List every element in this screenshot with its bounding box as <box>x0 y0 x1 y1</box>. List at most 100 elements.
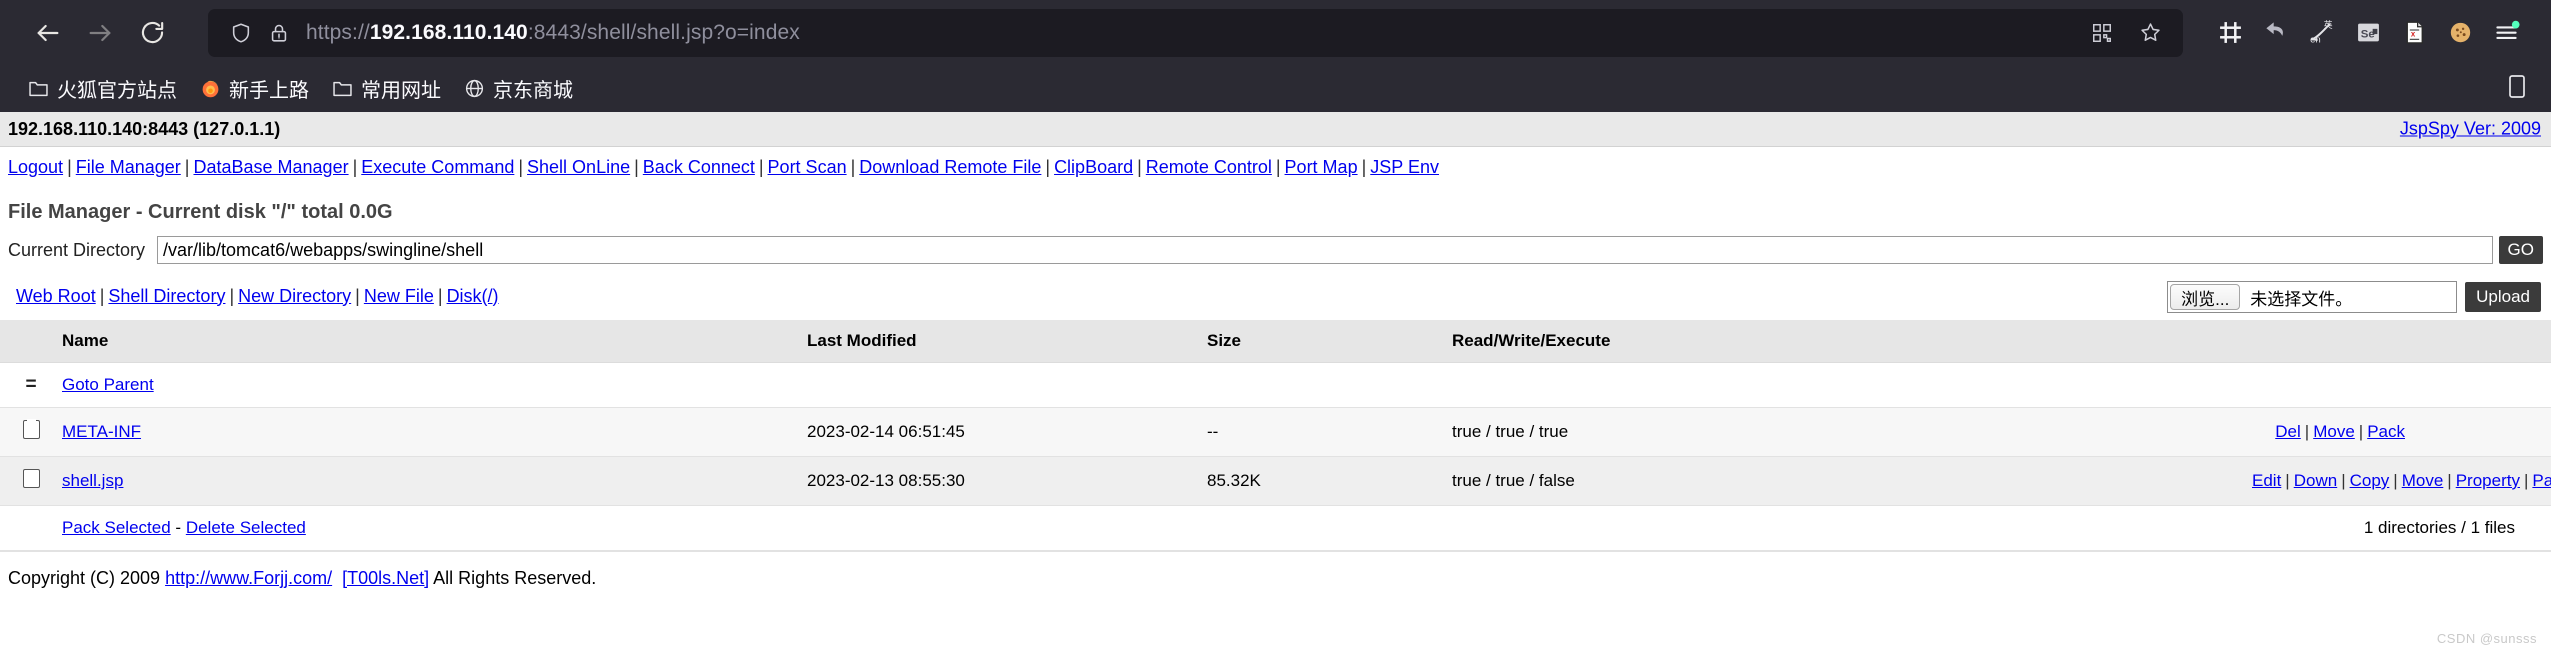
globe-icon <box>463 78 485 100</box>
file-link-meta-inf[interactable]: META-INF <box>62 422 141 441</box>
upload-button[interactable]: Upload <box>2465 282 2541 312</box>
selenium-recorder-icon[interactable]: Se <box>2345 10 2391 56</box>
host-bar: 192.168.110.140:8443 (127.0.1.1) JspSpy … <box>0 112 2551 147</box>
bookmark-item-3[interactable]: 京东商城 <box>452 70 584 107</box>
action-pack[interactable]: Pack <box>2532 471 2551 490</box>
nav-link-database-manager[interactable]: DataBase Manager <box>193 157 348 177</box>
tool-link-disk[interactable]: Disk(/) <box>447 286 499 306</box>
action-down[interactable]: Down <box>2294 471 2337 490</box>
current-directory-input[interactable] <box>157 236 2493 264</box>
action-pack[interactable]: Pack <box>2367 422 2405 441</box>
screenshot-crop-icon[interactable] <box>2207 10 2253 56</box>
row-rwx-cell: true / true / true <box>1452 407 2252 457</box>
tracking-shield-icon[interactable] <box>222 21 260 45</box>
nav-link-port-scan[interactable]: Port Scan <box>768 157 847 177</box>
row-name-cell: Goto Parent <box>62 362 807 408</box>
row-size-cell: 85.32K <box>1207 456 1452 506</box>
footer-spacer <box>0 505 62 551</box>
nav-link-clipboard[interactable]: ClipBoard <box>1054 157 1133 177</box>
url-text[interactable]: https://192.168.110.140:8443/shell/shell… <box>298 21 2073 45</box>
forjj-link[interactable]: http://www.Forjj.com/ <box>165 568 332 588</box>
row-name-cell: shell.jsp <box>62 456 807 506</box>
copyright-footer: Copyright (C) 2009 http://www.Forjj.com/… <box>0 551 2551 605</box>
bookmark-label-2: 常用网址 <box>361 80 441 102</box>
folder-icon <box>27 78 49 100</box>
address-bar[interactable]: https://192.168.110.140:8443/shell/shell… <box>208 8 2183 57</box>
bookmark-item-0[interactable]: 火狐官方站点 <box>16 70 188 107</box>
action-property[interactable]: Property <box>2456 471 2520 490</box>
main-nav: Logout | File Manager | DataBase Manager | Exe… <box>8 157 1439 177</box>
tool-link-new-directory[interactable]: New Directory <box>238 286 351 306</box>
row-actions-cell: Edit|Down|Copy|Move|Property|Pack <box>2252 456 2551 506</box>
forward-button[interactable] <box>74 7 126 59</box>
browser-nav-toolbar: https://192.168.110.140:8443/shell/shell… <box>0 0 2551 65</box>
row-checkbox[interactable] <box>22 469 40 488</box>
folder-icon <box>22 419 40 439</box>
tool-link-shell-directory[interactable]: Shell Directory <box>108 286 225 306</box>
th-last-modified: Last Modified <box>807 320 1207 363</box>
svg-text:en: en <box>2310 35 2321 46</box>
svg-text:x: x <box>2410 30 2415 39</box>
nav-link-port-map[interactable]: Port Map <box>1285 157 1358 177</box>
th-name: Name <box>62 320 807 363</box>
reload-button[interactable] <box>126 7 178 59</box>
equals-icon: = <box>25 374 37 395</box>
action-copy[interactable]: Copy <box>2350 471 2390 490</box>
table-footer-row: Pack Selected - Delete Selected 1 direct… <box>0 505 2551 551</box>
nav-link-execute-command[interactable]: Execute Command <box>361 157 514 177</box>
xml-document-icon[interactable]: x <box>2391 10 2437 56</box>
t00ls-link[interactable]: [T00ls.Net] <box>342 568 429 588</box>
row-name-cell: META-INF <box>62 407 807 457</box>
table-row: shell.jsp 2023-02-13 08:55:30 85.32K tru… <box>0 456 2551 506</box>
nav-link-back-connect[interactable]: Back Connect <box>643 157 755 177</box>
jspspy-version-link[interactable]: JspSpy Ver: 2009 <box>2400 119 2541 140</box>
action-move[interactable]: Move <box>2313 422 2355 441</box>
pack-selected-link[interactable]: Pack Selected <box>62 518 171 537</box>
copyright-suffix: All Rights Reserved. <box>429 568 597 588</box>
mobile-bookmarks-icon[interactable] <box>2507 73 2527 104</box>
star-bookmark-icon[interactable] <box>2131 21 2169 44</box>
browse-button[interactable]: 浏览... <box>2170 284 2241 310</box>
app-menu-icon[interactable] <box>2483 10 2529 56</box>
action-del[interactable]: Del <box>2275 422 2301 441</box>
tool-link-new-file[interactable]: New File <box>364 286 434 306</box>
delete-selected-link[interactable]: Delete Selected <box>186 518 306 537</box>
nav-link-remote-control[interactable]: Remote Control <box>1146 157 1272 177</box>
go-button[interactable]: GO <box>2498 236 2543 264</box>
row-size-cell <box>1207 362 1452 408</box>
url-host: 192.168.110.140 <box>369 20 528 44</box>
file-link-shell-jsp[interactable]: shell.jsp <box>62 471 123 490</box>
undo-arrow-icon[interactable] <box>2253 10 2299 56</box>
watermark: CSDN @sunsss <box>2436 631 2537 646</box>
row-rwx-cell <box>1452 362 2252 408</box>
row-checkbox-cell[interactable] <box>0 456 62 506</box>
row-actions-cell: Del | Move | Pack <box>2252 407 2551 457</box>
url-path: :8443/shell/shell.jsp?o=index <box>527 20 800 44</box>
qr-code-icon[interactable] <box>2083 22 2121 44</box>
translate-pen-icon[interactable]: en 英 <box>2299 10 2345 56</box>
tools-links: Web Root | Shell Directory | New Directory | N… <box>16 285 499 306</box>
insecure-lock-warning-icon[interactable] <box>260 21 298 45</box>
row-lastmod-cell: 2023-02-13 08:55:30 <box>807 456 1207 506</box>
row-lastmod-cell: 2023-02-14 06:51:45 <box>807 407 1207 457</box>
cookie-icon[interactable] <box>2437 10 2483 56</box>
action-move[interactable]: Move <box>2402 471 2444 490</box>
bookmark-label-3: 京东商城 <box>493 80 573 102</box>
host-label: 192.168.110.140:8443 (127.0.1.1) <box>8 118 281 139</box>
action-edit[interactable]: Edit <box>2252 471 2281 490</box>
nav-link-shell-online[interactable]: Shell OnLine <box>527 157 630 177</box>
browser-chrome: https://192.168.110.140:8443/shell/shell… <box>0 0 2551 112</box>
nav-link-jsp-env[interactable]: JSP Env <box>1370 157 1439 177</box>
back-button[interactable] <box>22 7 74 59</box>
bookmark-item-2[interactable]: 常用网址 <box>320 70 452 107</box>
tools-row: Web Root | Shell Directory | New Directory | N… <box>0 274 2551 320</box>
nav-link-logout[interactable]: Logout <box>8 157 63 177</box>
nav-link-download-remote-file[interactable]: Download Remote File <box>859 157 1041 177</box>
file-input[interactable]: 浏览... 未选择文件。 <box>2167 281 2458 313</box>
file-manager-table: Name Last Modified Size Read/Write/Execu… <box>0 320 2551 551</box>
nav-link-file-manager[interactable]: File Manager <box>76 157 181 177</box>
table-row: = Goto Parent <box>0 362 2551 408</box>
tool-link-web-root[interactable]: Web Root <box>16 286 96 306</box>
goto-parent-link[interactable]: Goto Parent <box>62 375 154 394</box>
bookmark-item-1[interactable]: 新手上路 <box>188 70 320 107</box>
